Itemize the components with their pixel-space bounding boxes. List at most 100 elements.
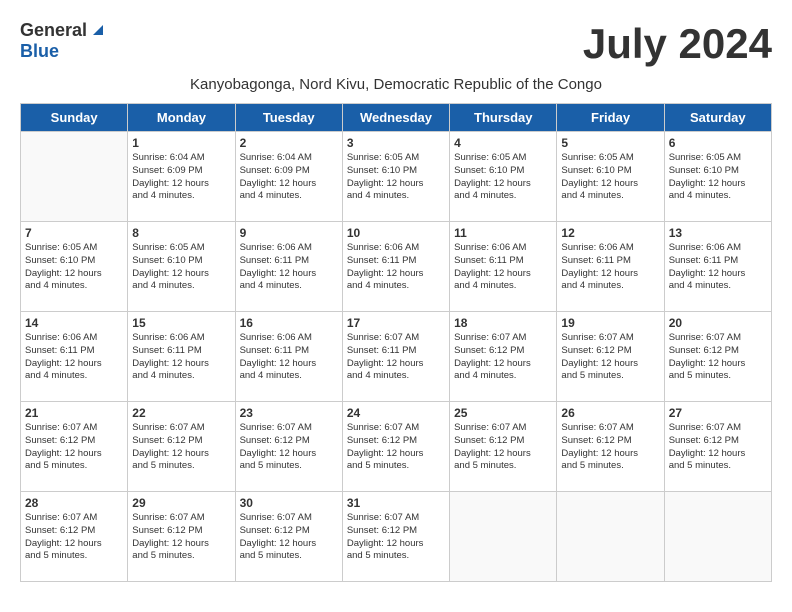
day-number: 18: [454, 316, 552, 330]
calendar-cell: 12 Sunrise: 6:06 AMSunset: 6:11 PMDayligh…: [557, 222, 664, 312]
day-info: Sunrise: 6:07 AMSunset: 6:12 PMDaylight:…: [132, 422, 230, 473]
calendar-cell: 1Sunrise: 6:04 AMSunset: 6:09 PMDaylight…: [128, 132, 235, 222]
calendar-cell: 20 Sunrise: 6:07 AMSunset: 6:12 PMDayligh…: [664, 312, 771, 402]
day-info: Sunrise: 6:07 AMSunset: 6:12 PMDaylight:…: [561, 422, 659, 473]
day-info: Sunrise: 6:07 AMSunset: 6:12 PMDaylight:…: [454, 332, 552, 383]
calendar-table: SundayMondayTuesdayWednesdayThursdayFrid…: [20, 103, 772, 582]
calendar-cell: 10 Sunrise: 6:06 AMSunset: 6:11 PMDayligh…: [342, 222, 449, 312]
day-info: Sunrise: 6:04 AMSunset: 6:09 PMDaylight:…: [240, 152, 338, 203]
calendar-cell: 22 Sunrise: 6:07 AMSunset: 6:12 PMDayligh…: [128, 402, 235, 492]
day-number: 28: [25, 496, 123, 510]
day-header-monday: Monday: [128, 104, 235, 132]
day-info: Sunrise: 6:07 AMSunset: 6:12 PMDaylight:…: [240, 422, 338, 473]
day-info: Sunrise: 6:07 AMSunset: 6:12 PMDaylight:…: [132, 512, 230, 563]
day-number: 7: [25, 226, 123, 240]
calendar-cell: 17 Sunrise: 6:07 AMSunset: 6:11 PMDayligh…: [342, 312, 449, 402]
day-header-thursday: Thursday: [450, 104, 557, 132]
day-number: 12: [561, 226, 659, 240]
calendar-cell: 2 Sunrise: 6:04 AMSunset: 6:09 PMDaylight…: [235, 132, 342, 222]
day-info: Sunrise: 6:07 AMSunset: 6:12 PMDaylight:…: [240, 512, 338, 563]
calendar-cell: 7 Sunrise: 6:05 AMSunset: 6:10 PMDaylight…: [21, 222, 128, 312]
calendar-cell: 23Sunrise: 6:07 AMSunset: 6:12 PMDayligh…: [235, 402, 342, 492]
day-info: Sunrise: 6:06 AMSunset: 6:11 PMDaylight:…: [669, 242, 767, 293]
day-info: Sunrise: 6:05 AMSunset: 6:10 PMDaylight:…: [454, 152, 552, 203]
day-info: Sunrise: 6:06 AMSunset: 6:11 PMDaylight:…: [347, 242, 445, 293]
day-number: 30: [240, 496, 338, 510]
calendar-cell: 8 Sunrise: 6:05 AMSunset: 6:10 PMDaylight…: [128, 222, 235, 312]
logo-blue: Blue: [20, 41, 59, 61]
day-number: 16: [240, 316, 338, 330]
day-info: Sunrise: 6:05 AMSunset: 6:10 PMDaylight:…: [132, 242, 230, 293]
calendar-cell: 16 Sunrise: 6:06 AMSunset: 6:11 PMDayligh…: [235, 312, 342, 402]
week-row-3: 14 Sunrise: 6:06 AMSunset: 6:11 PMDayligh…: [21, 312, 772, 402]
day-header-sunday: Sunday: [21, 104, 128, 132]
day-info: Sunrise: 6:07 AMSunset: 6:12 PMDaylight:…: [454, 422, 552, 473]
day-header-tuesday: Tuesday: [235, 104, 342, 132]
day-number: 11: [454, 226, 552, 240]
day-number: 20: [669, 316, 767, 330]
calendar-cell: [450, 492, 557, 582]
day-info: Sunrise: 6:05 AMSunset: 6:10 PMDaylight:…: [669, 152, 767, 203]
calendar-cell: 28 Sunrise: 6:07 AMSunset: 6:12 PMDayligh…: [21, 492, 128, 582]
calendar-cell: 13Sunrise: 6:06 AMSunset: 6:11 PMDayligh…: [664, 222, 771, 312]
week-row-2: 7 Sunrise: 6:05 AMSunset: 6:10 PMDaylight…: [21, 222, 772, 312]
day-info: Sunrise: 6:07 AMSunset: 6:12 PMDaylight:…: [347, 512, 445, 563]
calendar-cell: 9Sunrise: 6:06 AMSunset: 6:11 PMDaylight…: [235, 222, 342, 312]
day-number: 17: [347, 316, 445, 330]
month-title: July 2024: [583, 20, 772, 68]
day-number: 6: [669, 136, 767, 150]
day-number: 19: [561, 316, 659, 330]
calendar-cell: 6 Sunrise: 6:05 AMSunset: 6:10 PMDaylight…: [664, 132, 771, 222]
day-info: Sunrise: 6:06 AMSunset: 6:11 PMDaylight:…: [25, 332, 123, 383]
day-number: 21: [25, 406, 123, 420]
calendar-cell: 25 Sunrise: 6:07 AMSunset: 6:12 PMDayligh…: [450, 402, 557, 492]
day-info: Sunrise: 6:07 AMSunset: 6:12 PMDaylight:…: [561, 332, 659, 383]
day-info: Sunrise: 6:06 AMSunset: 6:11 PMDaylight:…: [561, 242, 659, 293]
calendar-cell: 27Sunrise: 6:07 AMSunset: 6:12 PMDayligh…: [664, 402, 771, 492]
calendar-cell: [21, 132, 128, 222]
day-number: 9: [240, 226, 338, 240]
day-number: 1: [132, 136, 230, 150]
day-info: Sunrise: 6:06 AMSunset: 6:11 PMDaylight:…: [240, 332, 338, 383]
day-number: 14: [25, 316, 123, 330]
calendar-cell: 24 Sunrise: 6:07 AMSunset: 6:12 PMDayligh…: [342, 402, 449, 492]
day-number: 15: [132, 316, 230, 330]
calendar-cell: [557, 492, 664, 582]
week-row-4: 21 Sunrise: 6:07 AMSunset: 6:12 PMDayligh…: [21, 402, 772, 492]
page-header: General Blue July 2024: [20, 20, 772, 68]
day-info: Sunrise: 6:07 AMSunset: 6:12 PMDaylight:…: [669, 422, 767, 473]
day-info: Sunrise: 6:05 AMSunset: 6:10 PMDaylight:…: [561, 152, 659, 203]
logo-general: General: [20, 20, 87, 41]
day-info: Sunrise: 6:07 AMSunset: 6:12 PMDaylight:…: [347, 422, 445, 473]
day-number: 22: [132, 406, 230, 420]
day-info: Sunrise: 6:06 AMSunset: 6:11 PMDaylight:…: [454, 242, 552, 293]
day-info: Sunrise: 6:05 AMSunset: 6:10 PMDaylight:…: [347, 152, 445, 203]
calendar-cell: 3Sunrise: 6:05 AMSunset: 6:10 PMDaylight…: [342, 132, 449, 222]
day-number: 25: [454, 406, 552, 420]
day-info: Sunrise: 6:07 AMSunset: 6:11 PMDaylight:…: [347, 332, 445, 383]
logo: General Blue: [20, 20, 107, 62]
calendar-cell: 11 Sunrise: 6:06 AMSunset: 6:11 PMDayligh…: [450, 222, 557, 312]
day-number: 24: [347, 406, 445, 420]
day-info: Sunrise: 6:07 AMSunset: 6:12 PMDaylight:…: [669, 332, 767, 383]
day-info: Sunrise: 6:05 AMSunset: 6:10 PMDaylight:…: [25, 242, 123, 293]
calendar-cell: 29Sunrise: 6:07 AMSunset: 6:12 PMDayligh…: [128, 492, 235, 582]
day-number: 2: [240, 136, 338, 150]
day-number: 10: [347, 226, 445, 240]
calendar-cell: 30 Sunrise: 6:07 AMSunset: 6:12 PMDayligh…: [235, 492, 342, 582]
calendar-cell: 4Sunrise: 6:05 AMSunset: 6:10 PMDaylight…: [450, 132, 557, 222]
day-info: Sunrise: 6:07 AMSunset: 6:12 PMDaylight:…: [25, 422, 123, 473]
calendar-cell: 21 Sunrise: 6:07 AMSunset: 6:12 PMDayligh…: [21, 402, 128, 492]
calendar-cell: 5 Sunrise: 6:05 AMSunset: 6:10 PMDaylight…: [557, 132, 664, 222]
day-number: 8: [132, 226, 230, 240]
calendar-cell: 15Sunrise: 6:06 AMSunset: 6:11 PMDayligh…: [128, 312, 235, 402]
calendar-cell: 31 Sunrise: 6:07 AMSunset: 6:12 PMDayligh…: [342, 492, 449, 582]
day-number: 31: [347, 496, 445, 510]
day-info: Sunrise: 6:07 AMSunset: 6:12 PMDaylight:…: [25, 512, 123, 563]
calendar-cell: 18 Sunrise: 6:07 AMSunset: 6:12 PMDayligh…: [450, 312, 557, 402]
day-number: 5: [561, 136, 659, 150]
day-header-friday: Friday: [557, 104, 664, 132]
day-header-wednesday: Wednesday: [342, 104, 449, 132]
location-title: Kanyobagonga, Nord Kivu, Democratic Repu…: [20, 76, 772, 93]
week-row-1: 1 Sunrise: 6:04 AMSunset: 6:09 PMDaylight…: [21, 132, 772, 222]
